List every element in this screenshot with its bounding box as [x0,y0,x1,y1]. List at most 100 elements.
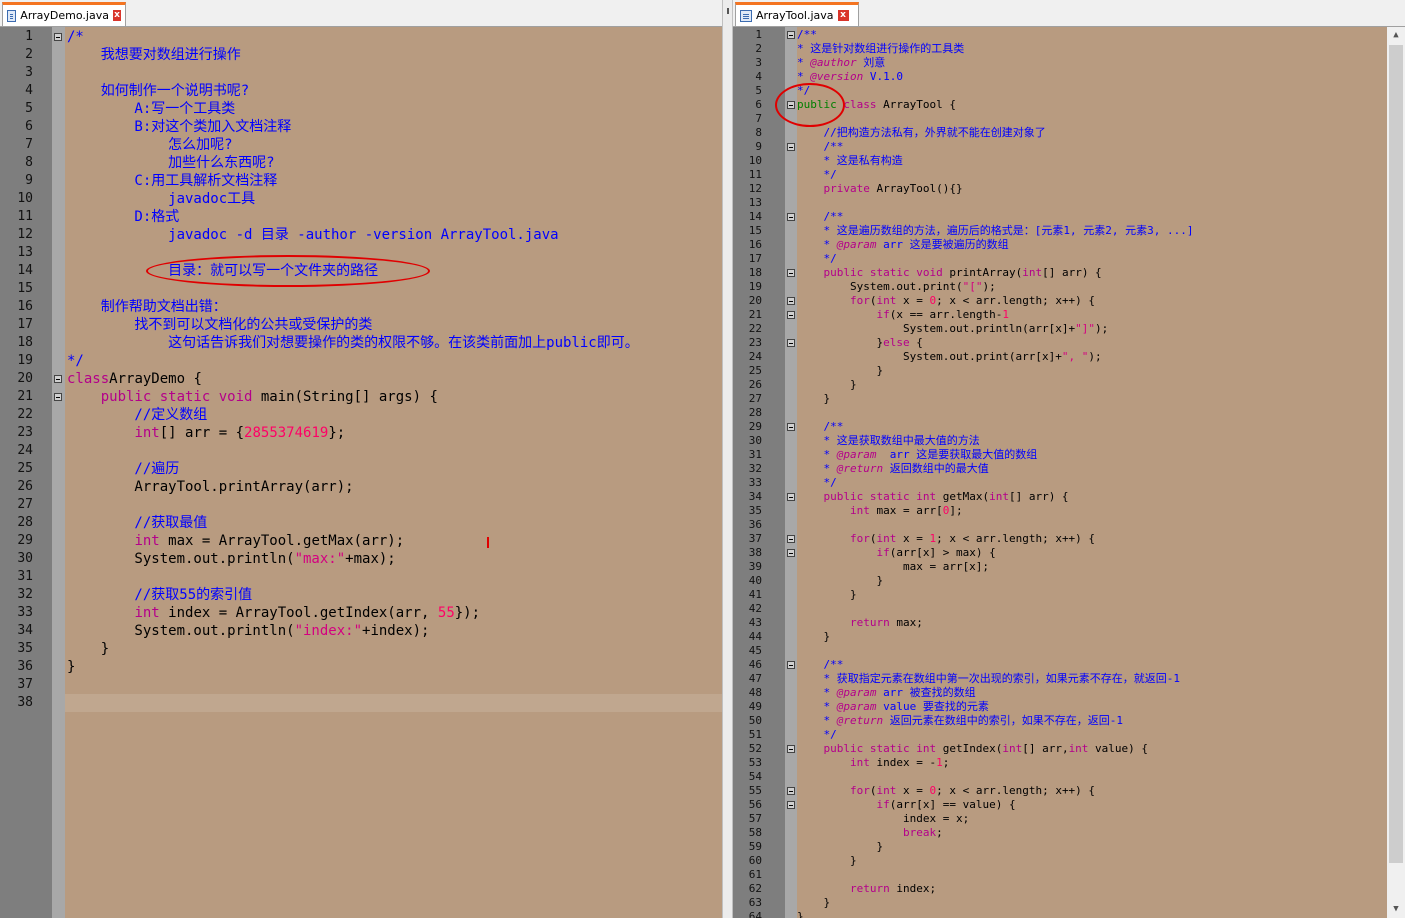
code-line[interactable]: 8 //把构造方法私有，外界就不能在创建对象了 [733,126,1387,140]
code-line[interactable]: 59 } [733,840,1387,854]
code-line[interactable]: 9 C:用工具解析文档注释 [0,172,722,190]
code-line[interactable]: 9 /** [733,140,1387,154]
code-line[interactable]: 15 * 这是遍历数组的方法，遍历后的格式是：[元素1, 元素2, 元素3, .… [733,224,1387,238]
code-line[interactable]: 5 A:写一个工具类 [0,100,722,118]
tab-arraydemo-java[interactable]: ArrayDemo.java x [2,2,126,26]
fold-toggle-icon[interactable] [787,801,795,809]
code-line[interactable]: 36 [733,518,1387,532]
code-line[interactable]: 32 * @return 返回数组中的最大值 [733,462,1387,476]
code-line[interactable]: 37 [0,676,722,694]
code-line[interactable]: 38 if(arr[x] > max) { [733,546,1387,560]
code-line[interactable]: 55 for(int x = 0; x < arr.length; x++) { [733,784,1387,798]
fold-toggle-icon[interactable] [787,311,795,319]
code-line[interactable]: 26 } [733,378,1387,392]
code-line[interactable]: 43 return max; [733,616,1387,630]
code-line[interactable]: 27 } [733,392,1387,406]
code-line[interactable]: 53 int index = -1; [733,756,1387,770]
code-line[interactable]: 29 /** [733,420,1387,434]
code-line[interactable]: 1 /* [0,28,722,46]
code-line[interactable]: 52 public static int getIndex(int[] arr,… [733,742,1387,756]
code-line[interactable]: 63 } [733,896,1387,910]
code-line[interactable]: 7 怎么加呢? [0,136,722,154]
code-line[interactable]: 33 int index = ArrayTool.getIndex(arr, 5… [0,604,722,622]
code-line[interactable]: 21 if(x == arr.length-1 [733,308,1387,322]
code-line[interactable]: 24 System.out.print(arr[x]+", "); [733,350,1387,364]
code-line[interactable]: 62 return index; [733,882,1387,896]
code-line[interactable]: 14 /** [733,210,1387,224]
fold-toggle-icon[interactable] [54,375,62,383]
fold-toggle-icon[interactable] [787,213,795,221]
code-line[interactable]: 17 */ [733,252,1387,266]
code-line[interactable]: 64} [733,910,1387,918]
code-line[interactable]: 31 [0,568,722,586]
code-line[interactable]: 45 [733,644,1387,658]
code-line[interactable]: 56 if(arr[x] == value) { [733,798,1387,812]
code-line[interactable]: 23 }else { [733,336,1387,350]
code-line[interactable]: 37 for(int x = 1; x < arr.length; x++) { [733,532,1387,546]
code-line[interactable]: 18 这句话告诉我们对想要操作的类的权限不够。在该类前面加上public即可。 [0,334,722,352]
code-line[interactable]: 10 javadoc工具 [0,190,722,208]
code-line[interactable]: 24 [0,442,722,460]
code-line[interactable]: 8 加些什么东西呢? [0,154,722,172]
code-line[interactable]: 20 for(int x = 0; x < arr.length; x++) { [733,294,1387,308]
code-line[interactable]: 2 * 这是针对数组进行操作的工具类 [733,42,1387,56]
code-line[interactable]: 36} [0,658,722,676]
code-line[interactable]: 4 如何制作一个说明书呢? [0,82,722,100]
fold-toggle-icon[interactable] [787,661,795,669]
scrollbar-thumb[interactable] [1389,45,1403,863]
code-line[interactable]: 6 B:对这个类加入文档注释 [0,118,722,136]
code-line[interactable]: 18 public static void printArray(int[] a… [733,266,1387,280]
fold-toggle-icon[interactable] [787,745,795,753]
code-line[interactable]: 29 int max = ArrayTool.getMax(arr); [0,532,722,550]
code-line[interactable]: 26 ArrayTool.printArray(arr); [0,478,722,496]
close-icon[interactable]: x [112,10,121,21]
code-line[interactable]: 25 //遍历 [0,460,722,478]
code-line[interactable]: 61 [733,868,1387,882]
fold-toggle-icon[interactable] [787,535,795,543]
code-line[interactable]: 47 * 获取指定元素在数组中第一次出现的索引，如果元素不存在，就返回-1 [733,672,1387,686]
close-icon[interactable]: x [837,10,849,21]
code-line[interactable]: 2 我想要对数组进行操作 [0,46,722,64]
code-line[interactable]: 58 break; [733,826,1387,840]
fold-toggle-icon[interactable] [787,143,795,151]
code-line[interactable]: 51 */ [733,728,1387,742]
code-line[interactable]: 20 classArrayDemo { [0,370,722,388]
code-line[interactable]: 16 制作帮助文档出错： [0,298,722,316]
code-line[interactable]: 4 * @version V.1.0 [733,70,1387,84]
code-line[interactable]: 49 * @param value 要查找的元素 [733,700,1387,714]
scroll-down-icon[interactable]: ▼ [1387,901,1405,918]
code-line[interactable]: 22 System.out.println(arr[x]+"]"); [733,322,1387,336]
code-line[interactable]: 12 private ArrayTool(){} [733,182,1387,196]
code-line[interactable]: 48 * @param arr 被查找的数组 [733,686,1387,700]
fold-toggle-icon[interactable] [787,31,795,39]
code-line[interactable]: 12 javadoc -d 目录 -author -version ArrayT… [0,226,722,244]
code-line[interactable]: 3 [0,64,722,82]
fold-toggle-icon[interactable] [787,339,795,347]
code-line[interactable]: 33 */ [733,476,1387,490]
code-line[interactable]: 54 [733,770,1387,784]
fold-toggle-icon[interactable] [787,787,795,795]
code-line[interactable]: 11 D:格式 [0,208,722,226]
code-line[interactable]: 35 int max = arr[0]; [733,504,1387,518]
code-line[interactable]: 23 int[] arr = {2855374619}; [0,424,722,442]
code-line[interactable]: 40 } [733,574,1387,588]
code-line[interactable]: 50 * @return 返回元素在数组中的索引，如果不存在，返回-1 [733,714,1387,728]
fold-toggle-icon[interactable] [787,297,795,305]
fold-toggle-icon[interactable] [54,393,62,401]
fold-toggle-icon[interactable] [787,493,795,501]
scroll-up-icon[interactable]: ▲ [1387,27,1405,44]
code-line[interactable]: 25 } [733,364,1387,378]
code-line[interactable]: 13 [733,196,1387,210]
code-line[interactable]: 60 } [733,854,1387,868]
code-line[interactable]: 28 [733,406,1387,420]
code-line[interactable]: 28 //获取最值 [0,514,722,532]
code-line[interactable]: 34 System.out.println("index:"+index); [0,622,722,640]
code-line[interactable]: 11 */ [733,168,1387,182]
tab-arraytool-java[interactable]: ArrayTool.java x [735,2,859,26]
vertical-scrollbar[interactable]: ▲ ▼ [1387,27,1405,918]
code-line[interactable]: 19 System.out.print("["); [733,280,1387,294]
code-line[interactable]: 30 * 这是获取数组中最大值的方法 [733,434,1387,448]
left-code-editor[interactable]: 1/* 2 我想要对数组进行操作 3 4 如何制作一个说明书呢? 5 A:写一个工具类 6… [0,27,722,918]
fold-toggle-icon[interactable] [54,33,62,41]
fold-toggle-icon[interactable] [787,549,795,557]
